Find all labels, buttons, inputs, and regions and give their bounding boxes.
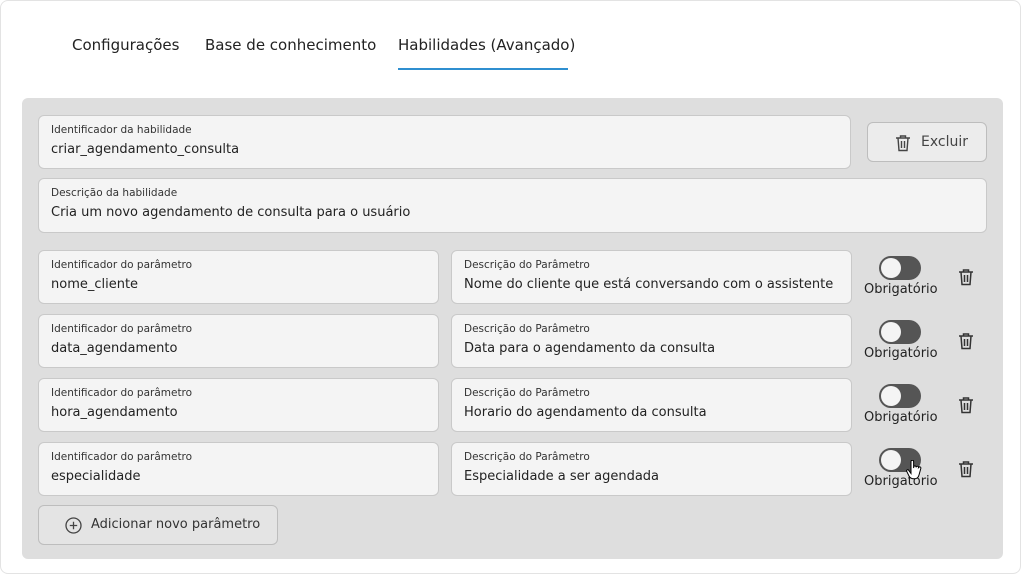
trash-icon xyxy=(895,134,911,156)
tab-habilidades-avancado[interactable]: Habilidades (Avançado) xyxy=(398,36,575,54)
hand-pointer-icon xyxy=(906,459,922,484)
plus-circle-icon xyxy=(65,517,82,538)
required-toggle[interactable] xyxy=(879,384,921,408)
param-description-value: Nome do cliente que está conversando com… xyxy=(464,277,834,292)
required-toggle[interactable] xyxy=(879,256,921,280)
trash-icon[interactable] xyxy=(958,332,974,354)
skill-id-field[interactable]: Identificador da habilidade criar_agenda… xyxy=(38,115,851,169)
param-description-label: Descrição do Parâmetro xyxy=(464,259,590,271)
param-id-field[interactable]: Identificador do parâmetro hora_agendame… xyxy=(38,378,439,432)
param-description-label: Descrição do Parâmetro xyxy=(464,451,590,463)
trash-icon[interactable] xyxy=(958,460,974,482)
param-id-field[interactable]: Identificador do parâmetro nome_cliente xyxy=(38,250,439,304)
param-description-value: Especialidade a ser agendada xyxy=(464,469,660,484)
toggle-knob xyxy=(881,322,901,342)
toggle-knob xyxy=(881,450,901,470)
add-parameter-label: Adicionar novo parâmetro xyxy=(91,517,261,532)
tab-configuracoes[interactable]: Configurações xyxy=(72,36,179,54)
param-description-value: Horario do agendamento da consulta xyxy=(464,405,707,420)
delete-skill-button[interactable]: Excluir xyxy=(867,122,987,162)
trash-icon[interactable] xyxy=(958,268,974,290)
add-parameter-button[interactable]: Adicionar novo parâmetro xyxy=(38,505,278,545)
param-description-field[interactable]: Descrição do Parâmetro Especialidade a s… xyxy=(451,442,852,496)
param-id-field[interactable]: Identificador do parâmetro data_agendame… xyxy=(38,314,439,368)
toggle-knob xyxy=(881,386,901,406)
param-id-value: hora_agendamento xyxy=(51,405,178,420)
skill-description-field[interactable]: Descrição da habilidade Cria um novo age… xyxy=(38,178,987,233)
tab-base-de-conhecimento[interactable]: Base de conhecimento xyxy=(205,36,376,54)
skill-description-value: Cria um novo agendamento de consulta par… xyxy=(51,205,411,220)
param-description-field[interactable]: Descrição do Parâmetro Horario do agenda… xyxy=(451,378,852,432)
param-id-label: Identificador do parâmetro xyxy=(51,451,193,463)
skill-description-label: Descrição da habilidade xyxy=(51,187,178,199)
param-id-label: Identificador do parâmetro xyxy=(51,387,193,399)
required-label: Obrigatório xyxy=(864,282,938,297)
param-id-value: especialidade xyxy=(51,469,141,484)
param-description-label: Descrição do Parâmetro xyxy=(464,387,590,399)
required-toggle[interactable] xyxy=(879,320,921,344)
skill-id-label: Identificador da habilidade xyxy=(51,124,192,136)
param-id-value: data_agendamento xyxy=(51,341,178,356)
param-id-value: nome_cliente xyxy=(51,277,139,292)
param-id-label: Identificador do parâmetro xyxy=(51,323,193,335)
trash-icon[interactable] xyxy=(958,396,974,418)
required-label: Obrigatório xyxy=(864,474,938,489)
param-id-label: Identificador do parâmetro xyxy=(51,259,193,271)
toggle-knob xyxy=(881,258,901,278)
skill-id-value: criar_agendamento_consulta xyxy=(51,142,240,157)
delete-skill-label: Excluir xyxy=(921,134,968,150)
param-description-field[interactable]: Descrição do Parâmetro Nome do cliente q… xyxy=(451,250,852,304)
required-label: Obrigatório xyxy=(864,410,938,425)
param-id-field[interactable]: Identificador do parâmetro especialidade xyxy=(38,442,439,496)
param-description-value: Data para o agendamento da consulta xyxy=(464,341,716,356)
required-label: Obrigatório xyxy=(864,346,938,361)
param-description-label: Descrição do Parâmetro xyxy=(464,323,590,335)
param-description-field[interactable]: Descrição do Parâmetro Data para o agend… xyxy=(451,314,852,368)
active-tab-indicator xyxy=(398,68,568,70)
